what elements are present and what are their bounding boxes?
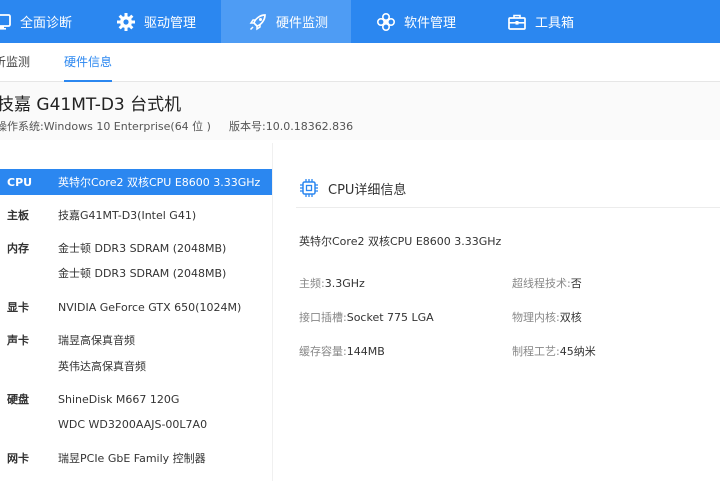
prop-value: 双核 — [559, 311, 582, 324]
version-value: 10.0.18362.836 — [265, 120, 354, 133]
hardware-value: NVIDIA GeForce GTX 650(1024M) — [58, 300, 242, 314]
prop-key: 物理内核: — [512, 311, 560, 324]
cpu-detail-header: CPU详细信息 — [299, 178, 406, 198]
hardware-value: WDC WD3200AAJS-00L7A0 — [58, 417, 208, 431]
hardware-list: CPU 英特尔Core2 双核CPU E8600 3.33GHz 主板 技嘉G4… — [0, 169, 272, 481]
os-label: 操作系统: — [0, 120, 44, 133]
top-navigation: 全面诊断 驱动管理 硬件监测 软件管理 工具箱 — [0, 0, 720, 43]
prop-key: 超线程技术: — [512, 277, 571, 290]
nav-item-toolbox[interactable]: 工具箱 — [507, 0, 574, 43]
prop-cache: 缓存容量:144MB — [299, 343, 385, 359]
cpu-full-name: 英特尔Core2 双核CPU E8600 3.33GHz — [299, 235, 502, 248]
hardware-value: 金士顿 DDR3 SDRAM (2048MB) — [58, 267, 227, 280]
prop-value: 144MB — [346, 345, 385, 358]
prop-socket: 接口插槽:Socket 775 LGA — [299, 309, 434, 325]
nav-item-label: 驱动管理 — [144, 16, 197, 31]
sub-tabs: 析监测 硬件信息 — [0, 43, 720, 82]
detail-divider — [296, 207, 720, 208]
nav-item-full-diagnosis[interactable]: 全面诊断 — [0, 0, 72, 43]
hardware-value: 英特尔Core2 双核CPU E8600 3.33GHz — [58, 176, 261, 189]
panel-divider — [272, 143, 273, 481]
prop-key: 主频: — [299, 277, 325, 290]
nav-item-label: 全面诊断 — [20, 16, 73, 31]
hardware-value: 技嘉G41MT-D3(Intel G41) — [58, 209, 197, 222]
hardware-row-graphics[interactable]: 显卡 NVIDIA GeForce GTX 650(1024M) — [0, 294, 272, 320]
tab-hardware-info[interactable]: 硬件信息 — [64, 43, 113, 82]
hardware-value: 瑞昱PCIe GbE Family 控制器 — [58, 452, 206, 465]
hardware-row-motherboard[interactable]: 主板 技嘉G41MT-D3(Intel G41) — [0, 202, 272, 228]
hardware-value: 金士顿 DDR3 SDRAM (2048MB) — [58, 242, 227, 255]
prop-value: 否 — [570, 277, 582, 290]
prop-key: 接口插槽: — [299, 311, 347, 324]
prop-value: 3.3GHz — [324, 277, 365, 290]
prop-frequency: 主频:3.3GHz — [299, 275, 365, 291]
hardware-value: 英伟达高保真音频 — [58, 360, 146, 373]
nav-item-driver-management[interactable]: 驱动管理 — [116, 0, 196, 43]
prop-value: Socket 775 LGA — [346, 311, 434, 324]
chip-icon — [299, 178, 319, 198]
hardware-value: ShineDisk M667 120G — [58, 392, 180, 406]
hardware-row-sound-2[interactable]: 英伟达高保真音频 — [0, 353, 272, 379]
prop-key: 缓存容量: — [299, 345, 347, 358]
prop-value: 45纳米 — [559, 345, 596, 358]
hardware-row-network[interactable]: 网卡 瑞昱PCIe GbE Family 控制器 — [0, 445, 272, 471]
nav-item-label: 工具箱 — [535, 16, 575, 31]
nav-item-label: 硬件监测 — [276, 16, 329, 31]
prop-key: 制程工艺: — [512, 345, 560, 358]
nav-item-label: 软件管理 — [404, 16, 457, 31]
prop-hyperthreading: 超线程技术:否 — [512, 275, 582, 291]
hardware-row-memory-2[interactable]: 金士顿 DDR3 SDRAM (2048MB) — [0, 260, 272, 286]
detail-title: CPU详细信息 — [328, 182, 407, 198]
os-value: Windows 10 Enterprise(64 位 ) — [43, 120, 211, 133]
flower-icon — [376, 12, 396, 32]
toolbox-icon — [507, 12, 527, 32]
hardware-row-sound[interactable]: 声卡 瑞昱高保真音频 — [0, 327, 272, 353]
nav-item-software-management[interactable]: 软件管理 — [376, 0, 456, 43]
hardware-category: 声卡 — [7, 334, 29, 347]
hardware-row-disk-2[interactable]: WDC WD3200AAJS-00L7A0 — [0, 411, 272, 437]
hardware-row-disk[interactable]: 硬盘 ShineDisk M667 120G — [0, 386, 272, 412]
hardware-value: 瑞昱高保真音频 — [58, 334, 135, 347]
os-info: 操作系统:Windows 10 Enterprise(64 位 ) 版本号:10.… — [0, 118, 353, 134]
hardware-row-memory[interactable]: 内存 金士顿 DDR3 SDRAM (2048MB) — [0, 235, 272, 261]
gear-icon — [116, 12, 136, 32]
hardware-category: 内存 — [7, 242, 29, 255]
rocket-icon — [248, 12, 268, 32]
hardware-category: 显卡 — [7, 301, 29, 314]
machine-name: 技嘉 G41MT-D3 台式机 — [0, 95, 182, 115]
prop-cores: 物理内核:双核 — [512, 309, 582, 325]
version-label: 版本号: — [228, 120, 266, 133]
hardware-category: CPU — [7, 175, 33, 189]
prop-process: 制程工艺:45纳米 — [512, 343, 596, 359]
monitor-icon — [0, 12, 12, 32]
hardware-row-cpu[interactable]: CPU 英特尔Core2 双核CPU E8600 3.33GHz — [0, 169, 272, 195]
hardware-category: 网卡 — [7, 452, 29, 465]
hardware-category: 硬盘 — [7, 393, 29, 406]
nav-item-hardware-monitor[interactable]: 硬件监测 — [221, 0, 351, 43]
tab-monitoring[interactable]: 析监测 — [0, 43, 30, 82]
hardware-category: 主板 — [7, 209, 29, 222]
